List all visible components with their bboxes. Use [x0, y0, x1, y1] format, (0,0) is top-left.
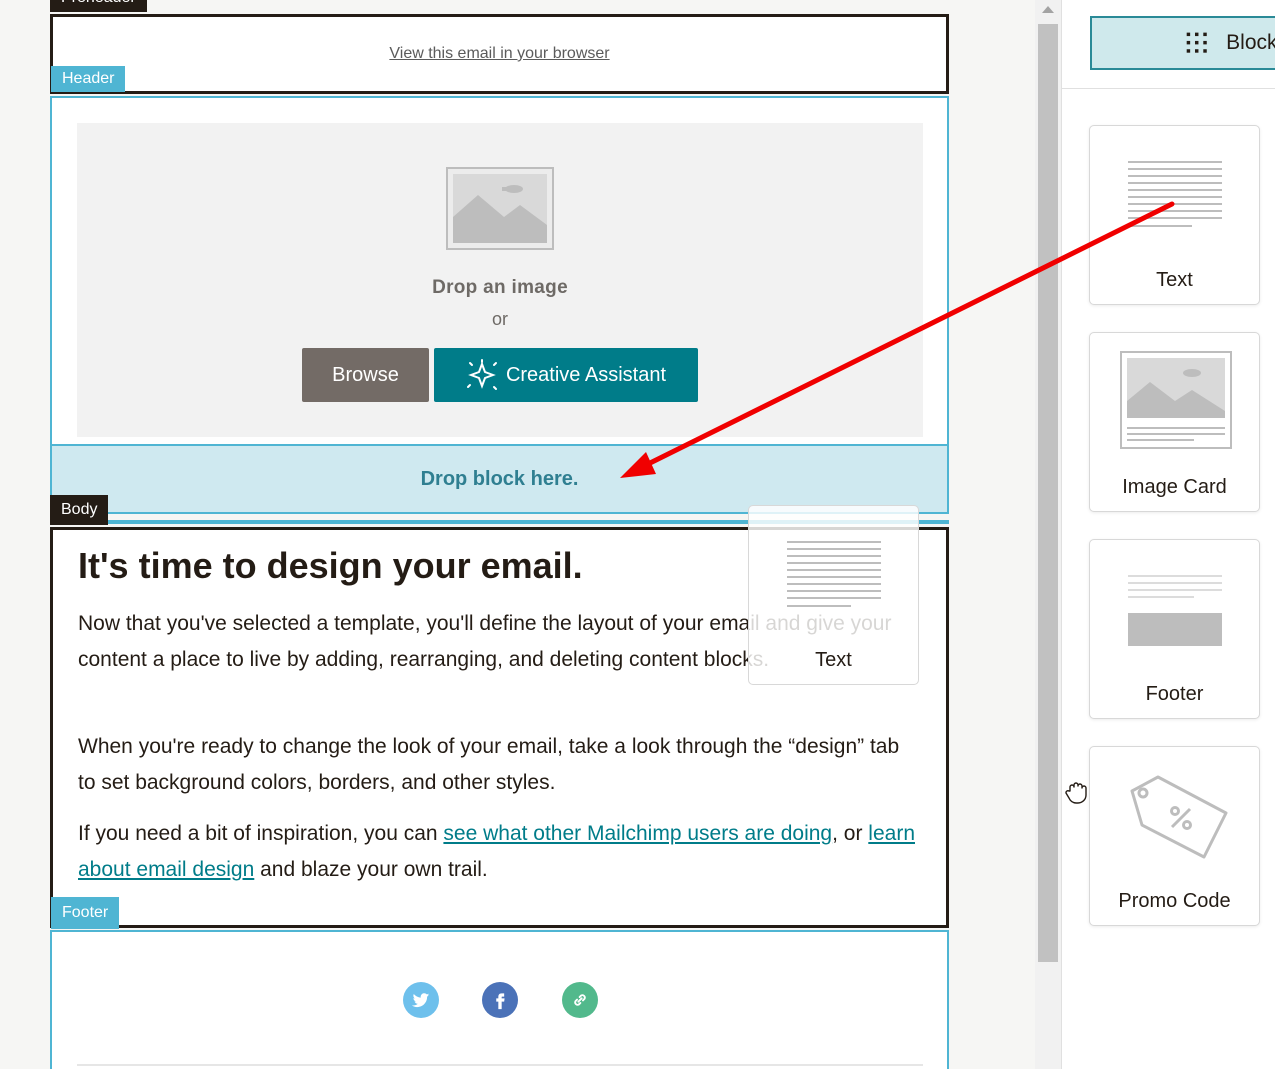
text-block-icon — [1128, 161, 1222, 227]
footer-block-label: Footer — [1145, 683, 1204, 705]
or-label: or — [491, 309, 508, 329]
grid-icon — [1186, 32, 1207, 53]
header-tag: Header — [51, 66, 126, 92]
promo-code-label: Promo Code — [1118, 890, 1231, 912]
blocks-tab-label: Blocks — [1226, 31, 1275, 54]
promo-code-block-card[interactable]: Promo Code — [1089, 746, 1260, 926]
scrollbar-thumb[interactable] — [1038, 24, 1058, 962]
image-card-block-card[interactable]: Image Card — [1089, 332, 1260, 512]
blocks-tab[interactable]: Blocks — [1090, 16, 1275, 70]
text-block-card[interactable]: Text — [1089, 125, 1260, 305]
text-block-label: Text — [1156, 269, 1193, 291]
preheader-tag: Preheader — [50, 0, 147, 12]
text-block-icon — [787, 541, 881, 607]
footer-section[interactable] — [50, 930, 949, 1069]
footer-block-icon — [1128, 575, 1222, 646]
sparkle-icon — [466, 359, 497, 390]
dragged-text-block[interactable]: Text — [748, 505, 919, 685]
creative-assistant-label: Creative Assistant — [505, 363, 667, 386]
panel-divider — [1062, 88, 1275, 89]
image-card-label: Image Card — [1122, 476, 1227, 498]
image-drop-area[interactable]: Drop an image or Browse Creative Assista… — [77, 123, 923, 437]
facebook-icon[interactable] — [482, 982, 518, 1018]
email-canvas: View this email in your browser Preheade… — [0, 0, 1035, 1069]
dragged-block-label: Text — [815, 649, 852, 671]
footer-block-card[interactable]: Footer — [1089, 539, 1260, 719]
body-paragraph-3: If you need a bit of inspiration, you ca… — [78, 816, 918, 888]
canvas-scrollbar[interactable] — [1035, 0, 1061, 1069]
footer-divider — [77, 1064, 923, 1066]
browse-button-label: Browse — [332, 363, 399, 386]
browse-button[interactable]: Browse — [302, 348, 429, 402]
twitter-icon[interactable] — [403, 982, 439, 1018]
footer-tag: Footer — [51, 897, 120, 929]
drop-block-zone[interactable]: Drop block here. — [50, 444, 949, 514]
body-tag: Body — [50, 495, 109, 525]
grab-cursor-icon — [1065, 782, 1087, 804]
header-section[interactable]: Drop an image or Browse Creative Assista… — [50, 96, 949, 444]
link-icon[interactable] — [562, 982, 598, 1018]
drop-image-label: Drop an image — [432, 277, 568, 298]
p3-mid: , or — [832, 822, 869, 845]
body-heading: It's time to design your email. — [78, 545, 583, 586]
body-paragraph-2: When you're ready to change the look of … — [78, 735, 900, 794]
image-card-icon — [1120, 351, 1232, 449]
p3-start: If you need a bit of inspiration, you ca… — [78, 822, 444, 845]
scroll-up-arrow-icon[interactable] — [1042, 6, 1054, 13]
creative-assistant-button[interactable]: Creative Assistant — [434, 348, 698, 402]
drop-block-label: Drop block here. — [420, 467, 579, 490]
p3-end: and blaze your own trail. — [254, 858, 488, 881]
mailchimp-users-link[interactable]: see what other Mailchimp users are doing — [443, 822, 832, 845]
image-placeholder-icon — [446, 167, 554, 250]
promo-code-icon — [1130, 775, 1228, 859]
view-in-browser-link[interactable]: View this email in your browser — [53, 45, 946, 63]
preheader-section[interactable]: View this email in your browser — [50, 14, 949, 94]
